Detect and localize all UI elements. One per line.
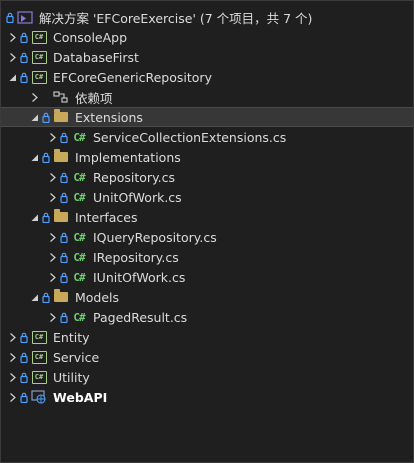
tree-item-dependencies[interactable]: 依赖项 [1, 87, 413, 107]
project-label: WebAPI [53, 389, 108, 405]
lock-icon [41, 211, 50, 223]
dependencies-icon [53, 90, 69, 104]
file-label: IRepository.cs [93, 249, 179, 265]
lock-icon [59, 231, 68, 243]
csharp-file-icon: C# [73, 230, 85, 244]
file-label: Repository.cs [93, 169, 176, 185]
lock-icon [59, 191, 68, 203]
csharp-project-icon: C# [31, 350, 47, 364]
tree-item-folder-implementations[interactable]: Implementations [1, 147, 413, 167]
lock-icon [41, 291, 50, 303]
chevron-right-icon[interactable] [47, 190, 57, 204]
tree-item-folder-extensions[interactable]: Extensions [1, 107, 413, 127]
solution-title: 解决方案 'EFCoreExercise' (7 个项目，共 7 个) [39, 10, 313, 26]
folder-icon [53, 209, 69, 224]
chevron-expanded-icon[interactable] [29, 110, 39, 124]
lock-icon [19, 331, 28, 343]
file-label: IUnitOfWork.cs [93, 269, 186, 285]
chevron-right-icon[interactable] [47, 250, 57, 264]
globe-icon [31, 390, 47, 404]
folder-label: Implementations [75, 149, 181, 165]
chevron-expanded-icon[interactable] [29, 150, 39, 164]
folder-label: Models [75, 289, 120, 305]
file-label: ServiceCollectionExtensions.cs [93, 129, 287, 145]
chevron-right-icon[interactable] [47, 130, 57, 144]
solution-explorer-tree: 解决方案 'EFCoreExercise' (7 个项目，共 7 个) C# C… [0, 0, 414, 463]
folder-icon [53, 109, 69, 124]
csharp-file-icon: C# [73, 170, 85, 184]
chevron-right-icon[interactable] [47, 270, 57, 284]
lock-icon [41, 151, 50, 163]
chevron-right-icon[interactable] [47, 310, 57, 324]
lock-icon [19, 391, 28, 403]
tree-item-folder-models[interactable]: Models [1, 287, 413, 307]
project-label: DatabaseFirst [53, 49, 139, 65]
chevron-expanded-icon[interactable] [29, 290, 39, 304]
chevron-right-icon[interactable] [7, 390, 17, 404]
lock-icon [41, 111, 50, 123]
chevron-right-icon[interactable] [7, 330, 17, 344]
folder-icon [53, 149, 69, 164]
csharp-project-icon: C# [31, 370, 47, 384]
tree-item-service[interactable]: C# Service [1, 347, 413, 367]
csharp-file-icon: C# [73, 250, 85, 264]
project-label: Service [53, 349, 100, 365]
folder-label: Interfaces [75, 209, 138, 225]
tree-item-file[interactable]: C# ServiceCollectionExtensions.cs [1, 127, 413, 147]
dependencies-label: 依赖项 [75, 90, 113, 106]
project-label: Entity [53, 329, 90, 345]
project-label: Utility [53, 369, 90, 385]
csharp-project-icon: C# [31, 70, 47, 84]
tree-item-file[interactable]: C# PagedResult.cs [1, 307, 413, 327]
tree-item-utility[interactable]: C# Utility [1, 367, 413, 387]
chevron-right-icon[interactable] [7, 370, 17, 384]
chevron-right-icon[interactable] [7, 30, 17, 44]
chevron-right-icon[interactable] [47, 170, 57, 184]
tree-item-file[interactable]: C# Repository.cs [1, 167, 413, 187]
tree-item-solution[interactable]: 解决方案 'EFCoreExercise' (7 个项目，共 7 个) [1, 7, 413, 27]
chevron-right-icon[interactable] [29, 90, 39, 104]
tree-item-folder-interfaces[interactable]: Interfaces [1, 207, 413, 227]
lock-icon [19, 371, 28, 383]
lock-icon [19, 51, 28, 63]
project-label: ConsoleApp [53, 29, 128, 45]
csharp-file-icon: C# [73, 270, 85, 284]
chevron-right-icon[interactable] [47, 230, 57, 244]
csharp-file-icon: C# [73, 130, 85, 144]
file-label: PagedResult.cs [93, 309, 188, 325]
chevron-right-icon[interactable] [7, 350, 17, 364]
solution-icon [17, 10, 33, 24]
folder-icon [53, 289, 69, 304]
project-label: EFCoreGenericRepository [53, 69, 212, 85]
lock-icon [19, 31, 28, 43]
tree-item-console-app[interactable]: C# ConsoleApp [1, 27, 413, 47]
lock-icon [5, 11, 14, 23]
csharp-project-icon: C# [31, 30, 47, 44]
lock-icon [59, 311, 68, 323]
tree-item-file[interactable]: C# IQueryRepository.cs [1, 227, 413, 247]
chevron-expanded-icon[interactable] [7, 70, 17, 84]
tree-item-generic-repository[interactable]: C# EFCoreGenericRepository [1, 67, 413, 87]
csharp-project-icon: C# [31, 330, 47, 344]
file-label: UnitOfWork.cs [93, 189, 182, 205]
tree-item-file[interactable]: C# IUnitOfWork.cs [1, 267, 413, 287]
lock-icon [59, 251, 68, 263]
tree-item-file[interactable]: C# IRepository.cs [1, 247, 413, 267]
tree-item-file[interactable]: C# UnitOfWork.cs [1, 187, 413, 207]
tree-item-entity[interactable]: C# Entity [1, 327, 413, 347]
csharp-file-icon: C# [73, 310, 85, 324]
lock-icon [19, 71, 28, 83]
lock-icon [19, 351, 28, 363]
csharp-project-icon: C# [31, 50, 47, 64]
lock-icon [59, 271, 68, 283]
chevron-expanded-icon[interactable] [29, 210, 39, 224]
file-label: IQueryRepository.cs [93, 229, 217, 245]
folder-label: Extensions [75, 109, 143, 125]
csharp-file-icon: C# [73, 190, 85, 204]
chevron-right-icon[interactable] [7, 50, 17, 64]
lock-icon [59, 131, 68, 143]
lock-icon [59, 171, 68, 183]
tree-item-database-first[interactable]: C# DatabaseFirst [1, 47, 413, 67]
tree-item-webapi[interactable]: WebAPI [1, 387, 413, 407]
